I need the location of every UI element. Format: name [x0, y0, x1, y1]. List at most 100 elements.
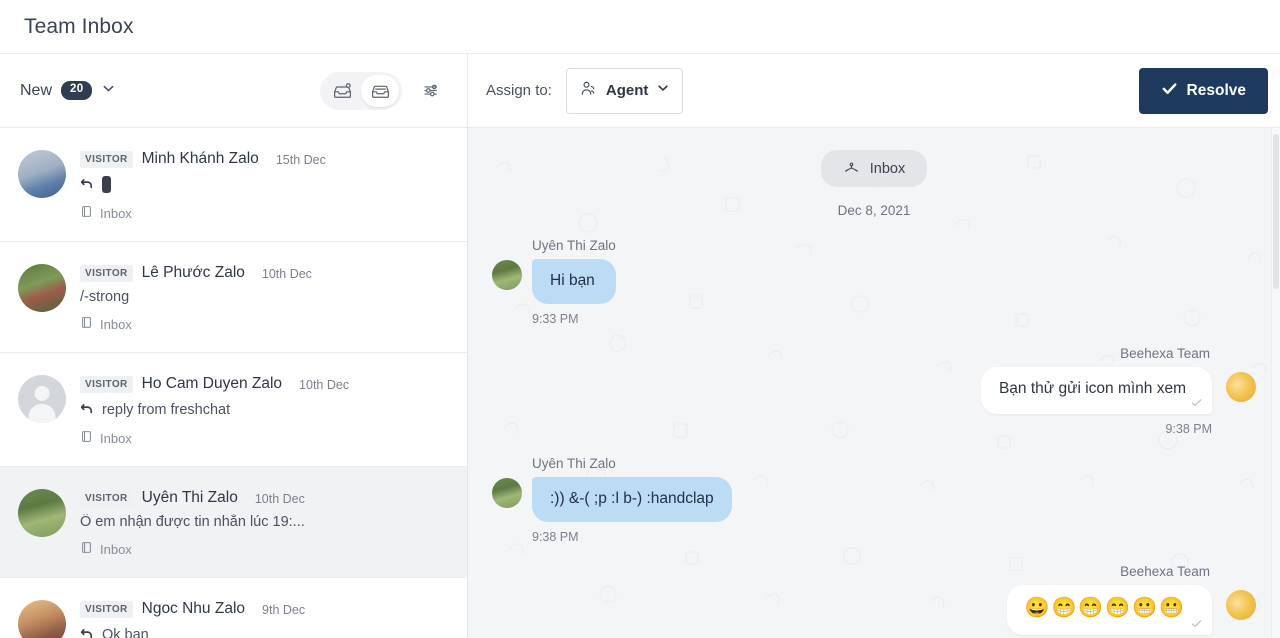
team-inbox-app: Team Inbox New 20 VISITOR Minh Khánh Zal…	[0, 0, 1280, 638]
avatar	[18, 375, 66, 423]
list-item-header: VISITOR Minh Khánh Zalo 15th Dec	[80, 150, 447, 168]
agent-person-icon	[579, 79, 598, 103]
channel-icon	[843, 158, 860, 179]
list-item-main: VISITOR Lê Phước Zalo 10th Dec /-strong …	[80, 264, 447, 332]
list-item-folder-label: Inbox	[100, 205, 132, 221]
status-filter-dropdown[interactable]: New 20	[20, 81, 116, 101]
avatar	[18, 264, 66, 312]
message-time: 9:38 PM	[1165, 421, 1212, 436]
avatar	[492, 477, 522, 508]
list-item-preview: Ô em nhận được tin nhắn lúc 19:...	[80, 514, 447, 530]
list-item-preview: Ok bạn	[80, 625, 447, 638]
list-item-name: Minh Khánh Zalo	[141, 150, 259, 167]
list-item[interactable]: VISITOR Ho Cam Duyen Zalo 10th Dec reply…	[0, 353, 467, 467]
message-sender: Beehexa Team	[1120, 563, 1210, 579]
list-item-preview	[80, 175, 447, 194]
list-item-preview: /-strong	[80, 289, 447, 305]
list-item-name: Uyên Thi Zalo	[141, 489, 238, 506]
list-item-date: 15th Dec	[275, 153, 326, 167]
avatar	[1226, 589, 1256, 620]
message-column: Uyên Thi Zalo :)) &-( ;p :l b-) :handcla…	[532, 456, 732, 544]
conversation-header: Assign to: Agent Resolve	[468, 54, 1280, 128]
reply-arrow-icon	[80, 175, 95, 194]
resolve-button-label: Resolve	[1186, 81, 1246, 99]
chat-messages-scroll[interactable]: Inbox Dec 8, 2021 Uyên Thi Zalo Hi bạn 9…	[468, 128, 1280, 638]
list-item[interactable]: VISITOR Lê Phước Zalo 10th Dec /-strong …	[0, 242, 467, 353]
list-item-name: Ngoc Nhu Zalo	[141, 600, 246, 617]
list-item-date: 10th Dec	[254, 492, 305, 506]
list-item-preview: reply from freshchat	[80, 400, 447, 419]
message-time: 9:38 PM	[532, 529, 579, 544]
list-item[interactable]: VISITOR Ngoc Nhu Zalo 9th Dec Ok bạn	[0, 578, 467, 638]
status-badge: VISITOR	[80, 600, 133, 618]
message-text: 😀😁😁😁😬😬	[1024, 596, 1186, 619]
status-badge: VISITOR	[80, 489, 133, 507]
message-bubble: :)) &-( ;p :l b-) :handclap	[532, 476, 732, 522]
list-header-tools	[320, 71, 449, 110]
status-filter-count: 20	[61, 81, 93, 100]
message-row-outgoing: Beehexa Team 😀😁😁😁😬😬 9:38 PM	[492, 564, 1256, 638]
inbox-small-icon	[80, 205, 93, 221]
resolve-button[interactable]: Resolve	[1138, 67, 1268, 114]
list-item[interactable]: VISITOR Minh Khánh Zalo 15th Dec Inbox	[0, 128, 467, 242]
chevron-down-icon	[656, 81, 670, 100]
list-item-name: Lê Phước Zalo	[141, 264, 245, 281]
chat-scrollbar[interactable]	[1271, 128, 1280, 638]
chevron-down-icon	[101, 81, 116, 101]
list-item-folder-label: Inbox	[100, 316, 132, 332]
message-bubble: 😀😁😁😁😬😬	[1006, 584, 1212, 635]
message-sender: Beehexa Team	[1120, 345, 1210, 361]
list-item-header: VISITOR Ho Cam Duyen Zalo 10th Dec	[80, 375, 447, 393]
check-icon	[1161, 80, 1178, 102]
message-column: Beehexa Team Bạn thử gửi icon mình xem 9…	[980, 345, 1212, 436]
check-sent-icon	[1190, 617, 1203, 632]
avatar	[18, 150, 66, 198]
message-row-incoming: Uyên Thi Zalo Hi bạn 9:33 PM	[492, 238, 1256, 326]
list-item-name: Ho Cam Duyen Zalo	[141, 375, 283, 392]
message-column: Beehexa Team 😀😁😁😁😬😬 9:38 PM	[1006, 563, 1212, 638]
conversation-list[interactable]: VISITOR Minh Khánh Zalo 15th Dec Inbox V…	[0, 128, 467, 638]
list-item-folder-label: Inbox	[100, 541, 132, 557]
status-badge: VISITOR	[80, 375, 133, 393]
list-item-header: VISITOR Ngoc Nhu Zalo 9th Dec	[80, 600, 447, 618]
list-item-folder-label: Inbox	[100, 430, 132, 446]
message-sender: Uyên Thi Zalo	[532, 238, 616, 253]
list-item-folder: Inbox	[80, 541, 447, 557]
list-item-date: 10th Dec	[261, 267, 312, 281]
check-sent-icon	[1190, 396, 1203, 411]
status-badge: VISITOR	[80, 264, 133, 282]
inbox-small-icon	[80, 541, 93, 557]
conversation-list-panel: New 20 VISITOR Minh Khánh Zalo 15th Dec …	[0, 54, 468, 638]
avatar	[18, 600, 66, 638]
channel-chip-label: Inbox	[869, 160, 906, 177]
date-separator: Dec 8, 2021	[837, 203, 911, 218]
inbox-small-icon	[80, 430, 93, 446]
page-title: Team Inbox	[24, 14, 134, 38]
tray-icon[interactable]	[361, 74, 399, 107]
assign-to-dropdown[interactable]: Agent	[565, 67, 684, 114]
top-bar: Team Inbox	[0, 0, 1280, 54]
list-item-main: VISITOR Uyên Thi Zalo 10th Dec Ô em nhận…	[80, 489, 447, 557]
list-item-folder: Inbox	[80, 316, 447, 332]
message-time: 9:33 PM	[532, 311, 579, 326]
tray-new-icon[interactable]	[323, 75, 361, 107]
list-item-preview-text: reply from freshchat	[102, 401, 231, 418]
outgoing-wrap: Beehexa Team Bạn thử gửi icon mình xem 9…	[980, 345, 1256, 436]
message-bubble: Hi bạn	[532, 259, 616, 304]
message-column: Uyên Thi Zalo Hi bạn 9:33 PM	[532, 238, 616, 326]
chat-scrollbar-thumb[interactable]	[1273, 134, 1279, 289]
chat-area: Inbox Dec 8, 2021 Uyên Thi Zalo Hi bạn 9…	[468, 128, 1280, 638]
avatar	[18, 489, 66, 537]
status-badge: VISITOR	[80, 150, 133, 168]
main-body: New 20 VISITOR Minh Khánh Zalo 15th Dec …	[0, 54, 1280, 638]
list-item-main: VISITOR Minh Khánh Zalo 15th Dec Inbox	[80, 150, 447, 221]
outgoing-wrap: Beehexa Team 😀😁😁😁😬😬 9:38 PM	[1006, 563, 1256, 638]
list-item-folder: Inbox	[80, 430, 447, 446]
emoji-placeholder-icon	[102, 176, 111, 193]
list-item[interactable]: VISITOR Uyên Thi Zalo 10th Dec Ô em nhận…	[0, 467, 467, 578]
message-text: Bạn thử gửi icon mình xem	[998, 379, 1186, 397]
avatar	[492, 260, 522, 290]
sliders-icon[interactable]	[413, 75, 449, 107]
message-sender: Uyên Thi Zalo	[532, 455, 616, 471]
list-item-date: 10th Dec	[299, 378, 350, 392]
